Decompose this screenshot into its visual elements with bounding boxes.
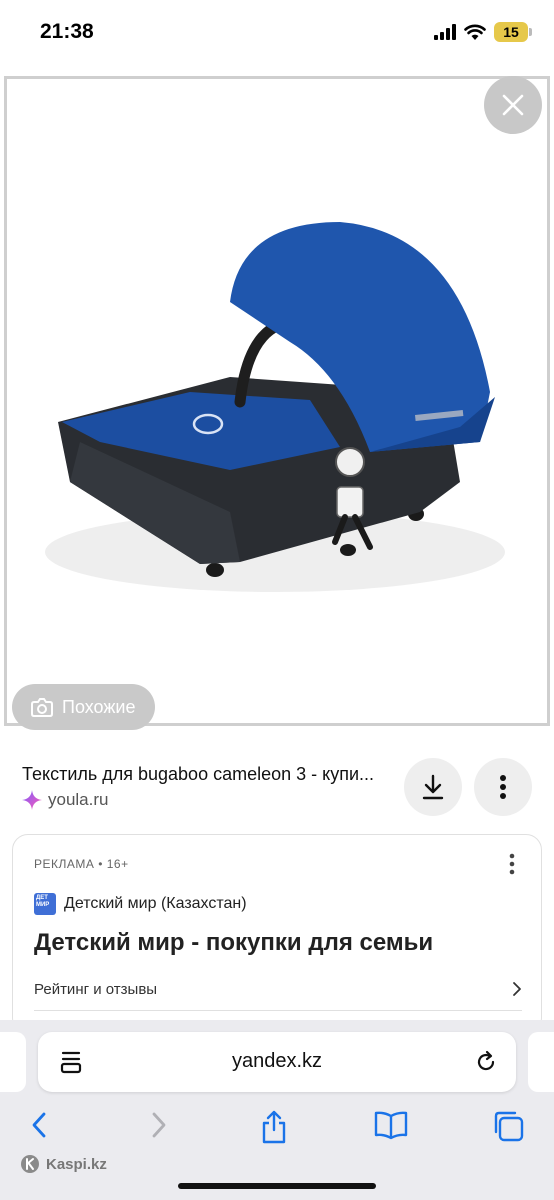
battery-indicator: 15 — [494, 22, 532, 42]
camera-search-icon — [31, 698, 53, 717]
similar-images-button[interactable]: Похожие — [12, 684, 156, 730]
ad-brand[interactable]: ДЕТ МИР Детский мир (Казахстан) — [34, 893, 247, 915]
wifi-icon — [464, 24, 486, 40]
address-url[interactable]: yandex.kz — [38, 1050, 516, 1073]
kaspi-watermark: Kaspi.kz — [20, 1154, 107, 1174]
stroller-bassinet-image[interactable] — [40, 212, 510, 592]
result-source-label: youla.ru — [48, 790, 109, 809]
back-icon[interactable] — [28, 1110, 50, 1140]
status-icons: 15 — [434, 22, 532, 42]
ad-rating-label: Рейтинг и отзывы — [34, 981, 158, 998]
detskiy-mir-logo-icon: ДЕТ МИР — [34, 893, 56, 915]
more-options-button[interactable] — [474, 758, 532, 816]
status-bar: 21:38 15 — [0, 0, 554, 70]
ad-rating-link[interactable]: Рейтинг и отзывы — [34, 981, 522, 1011]
result-title[interactable]: Текстиль для bugaboo cameleon 3 - купи..… — [22, 764, 384, 785]
similar-label: Похожие — [62, 696, 136, 717]
reload-icon[interactable] — [474, 1050, 498, 1074]
signal-icon — [434, 24, 456, 40]
more-vertical-icon — [500, 775, 506, 799]
status-time: 21:38 — [40, 20, 94, 43]
home-indicator — [178, 1183, 376, 1189]
forward-icon[interactable] — [148, 1110, 170, 1140]
ad-title[interactable]: Детский мир - покупки для семьи — [34, 929, 433, 957]
tabs-icon[interactable] — [492, 1110, 524, 1142]
more-vertical-icon — [509, 853, 515, 875]
result-source[interactable]: youla.ru — [22, 790, 108, 810]
sparkle-icon — [22, 790, 42, 810]
close-icon — [502, 94, 524, 116]
kaspi-logo-icon — [21, 1155, 39, 1173]
watermark-text: Kaspi.kz — [46, 1155, 107, 1173]
ad-menu-button[interactable] — [509, 853, 515, 880]
image-viewer: Похожие — [0, 72, 554, 740]
bookmarks-icon[interactable] — [374, 1110, 408, 1140]
browser-bottom-bar: yandex.kz Kaspi.kz — [0, 1020, 554, 1200]
download-icon — [422, 774, 444, 800]
ad-brand-name: Детский мир (Казахстан) — [64, 895, 247, 912]
share-icon[interactable] — [260, 1110, 288, 1144]
download-button[interactable] — [404, 758, 462, 816]
search-result-row[interactable]: Текстиль для bugaboo cameleon 3 - купи..… — [0, 740, 554, 830]
next-tab-peek[interactable] — [528, 1032, 554, 1092]
chevron-right-icon — [513, 982, 521, 996]
ad-label: РЕКЛАМА • 16+ — [34, 857, 129, 871]
previous-tab-peek[interactable] — [0, 1032, 26, 1092]
ad-card[interactable]: РЕКЛАМА • 16+ ДЕТ МИР Детский мир (Казахс… — [12, 834, 542, 1034]
address-bar[interactable]: yandex.kz — [38, 1032, 516, 1092]
close-viewer-button[interactable] — [484, 76, 542, 134]
